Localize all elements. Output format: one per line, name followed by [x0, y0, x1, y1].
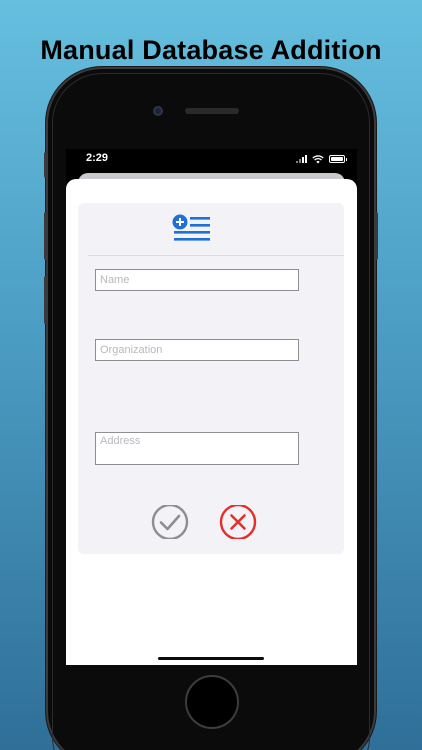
side-button-volume-up	[44, 212, 48, 260]
add-entry-card	[78, 203, 344, 554]
front-camera	[153, 106, 163, 116]
name-field[interactable]	[95, 269, 299, 291]
signal-icon	[296, 155, 307, 163]
header-divider	[88, 255, 344, 256]
organization-field[interactable]	[95, 339, 299, 361]
home-indicator	[158, 657, 264, 660]
status-icons	[296, 153, 347, 165]
side-button-mute	[44, 152, 48, 178]
earpiece-speaker	[185, 108, 239, 114]
confirm-button[interactable]	[150, 505, 190, 539]
wifi-icon	[312, 154, 324, 163]
modal-sheet	[66, 179, 357, 665]
home-button[interactable]	[185, 675, 239, 729]
battery-icon	[329, 155, 347, 163]
add-list-icon	[172, 214, 210, 241]
status-time: 2:29	[86, 152, 109, 164]
side-button-power	[374, 212, 378, 260]
cancel-button[interactable]	[218, 505, 258, 539]
address-field[interactable]	[95, 432, 299, 465]
phone-screen: 2:29	[66, 149, 357, 665]
side-button-volume-down	[44, 276, 48, 324]
page-headline: Manual Database Addition	[40, 35, 382, 65]
